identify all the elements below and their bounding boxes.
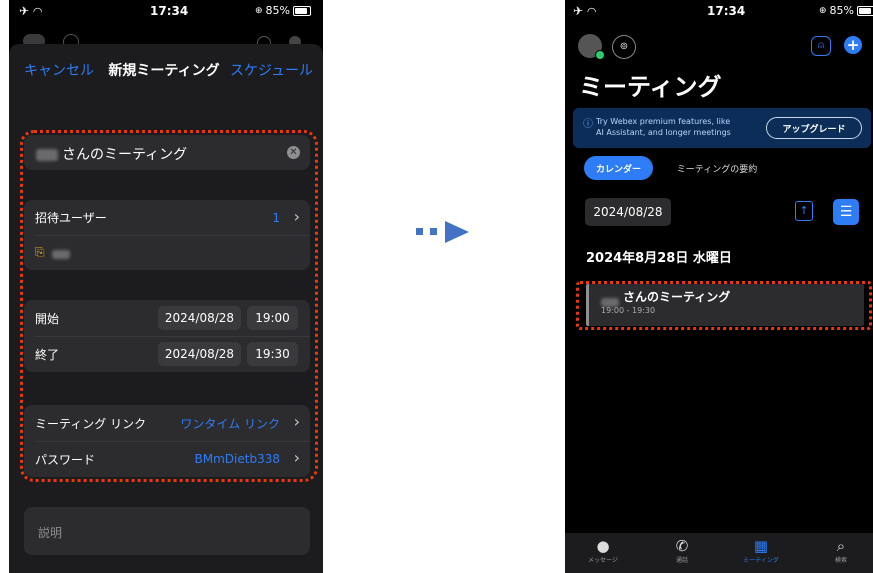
tab-calendar[interactable]: カレンダー [584, 156, 653, 180]
banner-text: Try Webex premium features, like AI Assis… [596, 117, 731, 137]
battery-status: ⊕ 85% [819, 4, 873, 17]
nav-search[interactable]: ⌕ 検索 [811, 537, 871, 564]
bottom-nav: ● メッセージ ✆ 通話 ▦ ミーティング ⌕ 検索 [565, 533, 873, 573]
info-icon: ⓘ [583, 119, 593, 130]
battery-icon [857, 5, 873, 16]
add-icon[interactable]: + [844, 36, 862, 54]
date-picker-field[interactable]: 2024/08/28 [585, 198, 671, 226]
phone-icon: ✆ [675, 537, 689, 555]
description-placeholder: 説明 [38, 526, 63, 540]
arrow-right-icon [445, 221, 469, 243]
tab-meeting-summary[interactable]: ミーティングの要約 [662, 156, 772, 180]
list-view-icon[interactable]: ☰ [833, 199, 859, 225]
nav-messages[interactable]: ● メッセージ [573, 537, 633, 564]
calendar-icon: ▦ [753, 537, 769, 555]
chat-bubble-icon: ● [596, 537, 610, 555]
battery-status: ⊕ 85% [255, 4, 311, 17]
description-field[interactable]: 説明 [24, 507, 310, 555]
upgrade-button[interactable]: アップグレード [766, 117, 862, 139]
schedule-button[interactable]: スケジュール [230, 60, 313, 80]
nav-calls[interactable]: ✆ 通話 [652, 537, 712, 564]
contacts-icon[interactable]: ⍝ [811, 36, 831, 56]
left-phone-screen: ✈ ︎◠ 17:34 ⊕ 85% キャンセル 新規ミーティング スケジュール さん… [9, 0, 323, 573]
sheet-title: 新規ミーティング [108, 63, 220, 79]
date-heading: 2024年8月28日 水曜日 [586, 251, 732, 266]
status-time: 17:34 [707, 4, 746, 18]
status-time: 17:34 [150, 4, 189, 18]
cast-icon[interactable]: ⊚ [612, 35, 636, 59]
jump-to-date-icon[interactable]: ↑ [795, 201, 813, 221]
page-title: ミーティング [579, 73, 722, 101]
nav-meetings[interactable]: ▦ ミーティング [731, 537, 791, 564]
highlight-outline [20, 130, 318, 482]
right-phone-screen: ✈ ︎◠ 17:34 ⊕ 85% ⊚ ⍝ + ミーティング ⓘ Try Webex… [565, 0, 873, 573]
search-icon: ⌕ [836, 537, 846, 555]
presence-dot [595, 50, 605, 60]
cancel-button[interactable]: キャンセル [24, 60, 94, 80]
airplane-wifi-icons: ✈ ︎◠ [19, 4, 43, 18]
battery-icon [293, 5, 311, 16]
highlight-outline [576, 281, 872, 330]
premium-banner: ⓘ Try Webex premium features, like AI Ass… [573, 108, 871, 148]
airplane-wifi-icons: ✈ ︎◠ [573, 4, 597, 18]
